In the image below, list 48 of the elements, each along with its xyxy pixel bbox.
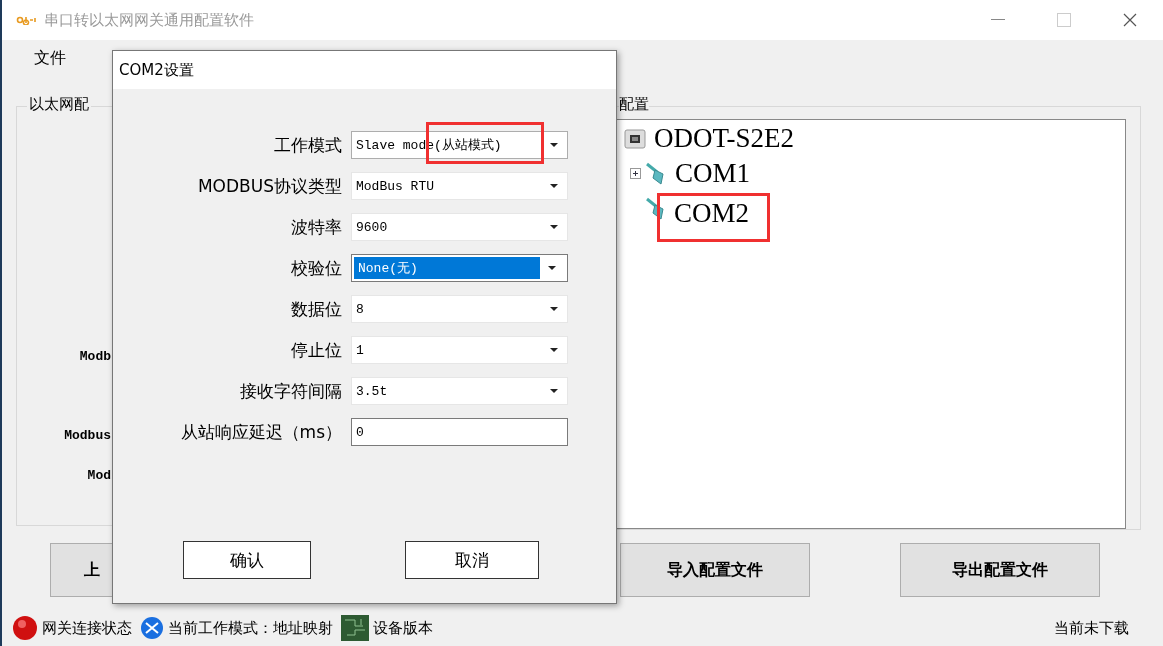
dropdown[interactable]: ModBus RTU — [351, 172, 568, 200]
status-text: 网关连接状态 — [42, 618, 132, 638]
field-label: Mod — [87, 467, 111, 485]
field-label: 停止位 — [290, 338, 342, 362]
status-text: 设备版本 — [373, 618, 433, 638]
dialog-button[interactable]: 取消 — [405, 541, 539, 579]
group-title: 配置 — [619, 95, 649, 114]
minimize-icon[interactable] — [991, 19, 1005, 21]
input-field[interactable]: 0 — [351, 418, 568, 446]
tree-item[interactable]: COM1 — [675, 158, 750, 189]
mode-icon — [140, 616, 164, 640]
status-led-icon — [12, 615, 38, 641]
field-label: 校验位 — [290, 256, 342, 280]
dropdown-arrow-icon[interactable] — [550, 225, 558, 229]
file-button[interactable]: 导出配置文件 — [900, 543, 1100, 597]
status-text: 当前工作模式：地址映射 — [168, 618, 333, 638]
group-title: 以太网配 — [27, 95, 91, 114]
dialog-button[interactable]: 确认 — [183, 541, 311, 579]
close-icon[interactable] — [1123, 13, 1137, 27]
dropdown-arrow-icon[interactable] — [550, 307, 558, 311]
dropdown[interactable]: 9600 — [351, 213, 568, 241]
status-text: 当前未下载 — [1054, 618, 1129, 638]
dropdown-arrow-icon[interactable] — [550, 348, 558, 352]
dropdown[interactable]: None(无) — [351, 254, 568, 282]
tree-item[interactable]: ODOT-S2E2 — [654, 123, 794, 154]
window-title: 串口转以太网网关通用配置软件 — [44, 10, 254, 30]
expand-icon[interactable] — [630, 168, 641, 179]
field-label: 接收字符间隔 — [239, 379, 342, 403]
field-label: 数据位 — [290, 297, 342, 321]
dropdown-arrow-icon[interactable] — [548, 266, 556, 270]
field-label: 从站响应延迟（ms） — [179, 420, 342, 444]
file-button[interactable]: 导入配置文件 — [620, 543, 810, 597]
dropdown-arrow-icon[interactable] — [550, 184, 558, 188]
app-logo-icon — [16, 15, 38, 25]
circuit-board-icon — [341, 615, 369, 641]
dropdown-arrow-icon[interactable] — [550, 143, 558, 147]
dropdown[interactable]: 1 — [351, 336, 568, 364]
field-label: Modb — [79, 348, 111, 366]
dropdown[interactable]: 8 — [351, 295, 568, 323]
dialog-title: COM2设置 — [119, 60, 194, 80]
dropdown[interactable]: 3.5t — [351, 377, 568, 405]
field-label: Modbus — [64, 427, 111, 445]
field-label: MODBUS协议类型 — [196, 174, 342, 198]
dropdown-arrow-icon[interactable] — [550, 389, 558, 393]
menu-item[interactable]: 文件 — [34, 47, 66, 69]
tree-item[interactable]: COM2 — [657, 193, 770, 242]
field-label: 波特率 — [290, 215, 342, 239]
field-label: 工作模式 — [273, 133, 342, 157]
